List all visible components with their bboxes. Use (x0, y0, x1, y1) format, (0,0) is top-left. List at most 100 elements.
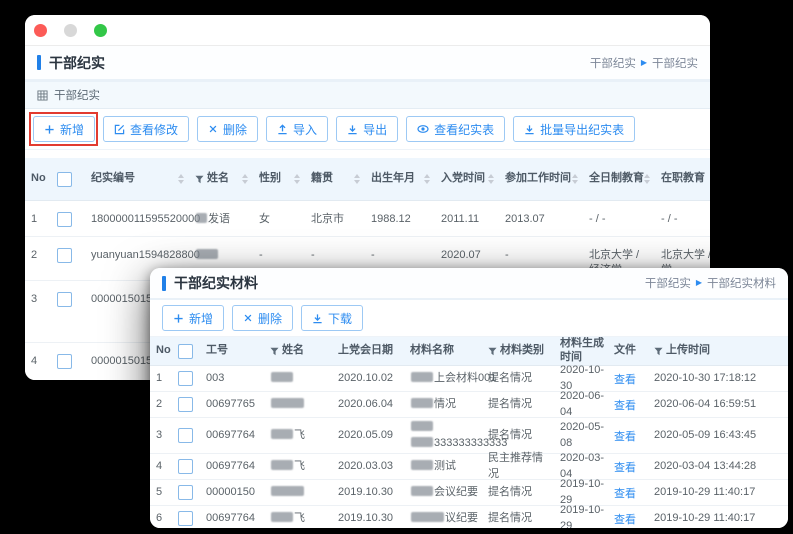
cell-text: 飞 (294, 512, 305, 524)
redacted-text (196, 249, 218, 259)
row-checkbox[interactable] (178, 397, 193, 412)
row-checkbox[interactable] (178, 511, 193, 526)
view-edit-button[interactable]: 查看修改 (103, 116, 189, 142)
column-header (51, 158, 85, 200)
table-cell-no: 2 (150, 392, 172, 417)
column-header: 姓名 (264, 337, 332, 365)
export-button[interactable]: 导出 (336, 116, 398, 142)
sort-icon[interactable] (242, 174, 250, 184)
breadcrumb-item-current: 干部纪实材料 (707, 275, 776, 291)
table-cell-check (172, 506, 200, 528)
sort-icon[interactable] (424, 174, 432, 184)
row-checkbox[interactable] (57, 292, 72, 307)
column-header-label: 在职教育 (661, 172, 705, 186)
page-header: 干部纪实 干部纪实 ▶ 干部纪实 (25, 46, 710, 82)
table-cell-no: 5 (150, 480, 172, 505)
minimize-window-button[interactable] (64, 24, 77, 37)
column-header[interactable]: 纪实编号 (85, 158, 189, 200)
sort-icon[interactable] (294, 174, 302, 184)
row-checkbox[interactable] (57, 354, 72, 369)
row-checkbox[interactable] (57, 212, 72, 227)
redacted-text (411, 486, 433, 496)
filter-icon (270, 347, 279, 356)
column-header[interactable]: 全日制教育 (583, 158, 655, 200)
view-file-link[interactable]: 查看 (614, 397, 636, 413)
table-cell-upload_time: 2020-03-04 13:44:28 (648, 454, 768, 479)
column-header[interactable]: 入党时间 (435, 158, 499, 200)
redacted-text (411, 512, 444, 522)
redacted-text (271, 512, 293, 522)
import-button[interactable]: 导入 (266, 116, 328, 142)
sort-icon[interactable] (572, 174, 580, 184)
row-checkbox[interactable] (57, 248, 72, 263)
close-icon (243, 313, 253, 323)
table-cell-material_name: 议纪要 (404, 506, 482, 528)
table-cell-material_name: 测试 (404, 454, 482, 479)
delete-button[interactable]: 删除 (232, 305, 293, 331)
table-cell-generated_date: 2020-06-04 (554, 392, 608, 417)
view-file-link[interactable]: 查看 (614, 485, 636, 501)
table-row: 10032020.10.02上会材料001提名情况2020-10-30查看202… (150, 366, 788, 392)
view-file-link[interactable]: 查看 (614, 371, 636, 387)
table-cell-check (172, 392, 200, 417)
row-checkbox[interactable] (178, 459, 193, 474)
maximize-window-button[interactable] (94, 24, 107, 37)
view-file-link[interactable]: 查看 (614, 459, 636, 475)
table-cell-name: 飞 (264, 506, 332, 528)
panel-title: 干部纪实 (54, 87, 100, 103)
page-header: 干部纪实材料 干部纪实 ▶ 干部纪实材料 (150, 268, 788, 300)
row-checkbox[interactable] (178, 485, 193, 500)
sort-icon[interactable] (354, 174, 362, 184)
add-button[interactable]: 新增 (162, 305, 224, 331)
column-header[interactable]: 姓名 (189, 158, 253, 200)
download-icon (524, 124, 535, 135)
grid-icon (37, 90, 48, 101)
cadre-materials-table: No工号姓名上党会日期材料名称材料类别材料生成时间文件上传时间10032020.… (150, 337, 788, 528)
button-label: 批量导出纪实表 (540, 121, 624, 138)
table-cell-check (51, 281, 85, 342)
table-cell-material_type: 民主推荐情况 (482, 454, 554, 479)
sort-icon[interactable] (644, 174, 652, 184)
column-header[interactable]: 出生年月 (365, 158, 435, 200)
column-header: 材料生成时间 (554, 337, 608, 365)
redacted-text (271, 429, 293, 439)
breadcrumb: 干部纪实 ▶ 干部纪实 (590, 55, 698, 71)
view-file-link[interactable]: 查看 (614, 428, 636, 444)
view-file-link[interactable]: 查看 (614, 511, 636, 527)
filter-icon (654, 347, 663, 356)
table-cell-check (51, 201, 85, 236)
row-checkbox[interactable] (178, 428, 193, 443)
delete-button[interactable]: 删除 (197, 116, 258, 142)
table-cell-name: 飞 (264, 454, 332, 479)
column-header[interactable]: 性别 (253, 158, 305, 200)
sort-icon[interactable] (178, 174, 186, 184)
table-cell-name: 飞 (264, 418, 332, 453)
column-header-label: 籍贯 (311, 172, 333, 186)
cell-text: 议纪要 (445, 512, 478, 524)
column-header[interactable]: 参加工作时间 (499, 158, 583, 200)
column-header: 上传时间 (648, 337, 768, 365)
close-window-button[interactable] (34, 24, 47, 37)
add-button[interactable]: 新增 (33, 116, 95, 142)
table-cell-upload_time: 2019-10-29 11:40:17 (648, 506, 768, 528)
column-header[interactable]: 籍贯 (305, 158, 365, 200)
table-cell-file: 查看 (608, 366, 648, 391)
cell-text: 情况 (434, 398, 456, 410)
column-header-label: 出生年月 (371, 172, 415, 186)
select-all-checkbox[interactable] (178, 344, 193, 359)
breadcrumb-item[interactable]: 干部纪实 (645, 275, 691, 291)
view-record-table-button[interactable]: 查看纪实表 (406, 116, 505, 142)
redacted-text (411, 372, 433, 382)
breadcrumb-item[interactable]: 干部纪实 (590, 55, 636, 71)
table-cell-employee_id: 00697765 (200, 392, 264, 417)
download-button[interactable]: 下载 (301, 305, 363, 331)
column-header-label: No (156, 344, 171, 358)
table-cell-material_name: 情况 (404, 392, 482, 417)
table-cell-gender: 女 (253, 201, 305, 236)
title-accent-bar (162, 276, 166, 291)
select-all-checkbox[interactable] (57, 172, 72, 187)
batch-export-record-table-button[interactable]: 批量导出纪实表 (513, 116, 635, 142)
panel-header: 干部纪实 (25, 82, 710, 109)
sort-icon[interactable] (488, 174, 496, 184)
row-checkbox[interactable] (178, 371, 193, 386)
